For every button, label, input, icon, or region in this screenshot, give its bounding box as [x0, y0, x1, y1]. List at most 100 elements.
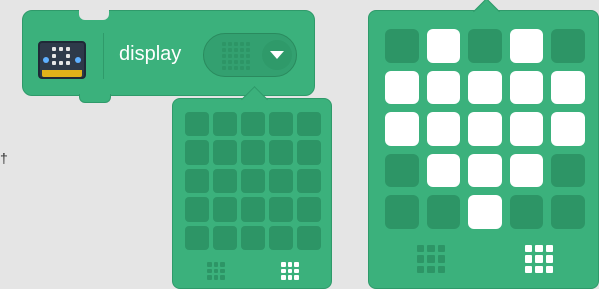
led-cell[interactable]: [213, 112, 237, 137]
led-cell[interactable]: [385, 29, 419, 63]
led-cell[interactable]: [269, 168, 293, 194]
led-grid: [185, 112, 321, 250]
icon-square: [294, 262, 299, 267]
mini-led-cell: [227, 42, 233, 47]
icon-square: [437, 245, 445, 253]
led-cell[interactable]: [213, 140, 237, 165]
led-cell[interactable]: [551, 29, 585, 63]
matrix-editor-popup-small: [172, 86, 332, 289]
led-cell[interactable]: [297, 140, 321, 165]
mini-led-cell: [222, 42, 227, 47]
led-cell[interactable]: [297, 197, 321, 222]
chevron-down-icon[interactable]: [262, 40, 292, 70]
led-cell[interactable]: [185, 112, 209, 137]
mini-led-cell: [227, 65, 233, 70]
icon-square: [525, 245, 533, 253]
led-cell[interactable]: [551, 112, 585, 146]
block-divider: [103, 33, 104, 79]
led-cell[interactable]: [468, 29, 502, 63]
popup-pointer: [473, 0, 500, 25]
led-cell[interactable]: [509, 153, 544, 188]
microbit-button-b-icon: [75, 57, 81, 63]
led-cell[interactable]: [241, 140, 265, 165]
led-cell[interactable]: [297, 168, 321, 194]
led-cell[interactable]: [213, 197, 237, 222]
led-cell[interactable]: [269, 225, 293, 250]
led-cell[interactable]: [468, 153, 502, 188]
led-cell[interactable]: [185, 225, 209, 250]
led-cell[interactable]: [468, 112, 502, 146]
block-notch: [79, 10, 109, 20]
microbit-pins: [42, 70, 82, 77]
fill-all-icon[interactable]: [525, 245, 553, 273]
led-cell[interactable]: [269, 140, 293, 165]
led-cell[interactable]: [426, 112, 461, 146]
icon-square: [427, 265, 435, 273]
led-cell[interactable]: [426, 153, 461, 188]
led-cell[interactable]: [509, 195, 544, 229]
led-grid: [385, 29, 585, 229]
mini-led-cell: [233, 65, 239, 70]
mini-led-cell: [222, 47, 227, 53]
icon-square: [220, 262, 225, 267]
microbit-button-a-icon: [43, 57, 49, 63]
mini-led-cell: [245, 42, 250, 47]
clear-all-icon[interactable]: [417, 245, 445, 273]
mini-led-cell: [245, 47, 250, 53]
mini-led-cell: [245, 53, 250, 59]
fill-all-icon[interactable]: [281, 262, 299, 280]
display-block[interactable]: display: [22, 10, 315, 103]
icon-square: [535, 265, 543, 273]
led-cell[interactable]: [297, 112, 321, 137]
led-cell[interactable]: [385, 70, 419, 105]
led-cell[interactable]: [385, 153, 419, 188]
icon-square: [417, 265, 425, 273]
icon-square: [207, 262, 212, 267]
led-cell[interactable]: [185, 197, 209, 222]
icon-square: [545, 255, 553, 263]
icon-square: [294, 268, 299, 274]
icon-square: [427, 255, 435, 263]
clear-all-icon[interactable]: [207, 262, 225, 280]
block-label: display: [119, 43, 182, 65]
led-cell[interactable]: [185, 140, 209, 165]
led-cell[interactable]: [241, 112, 265, 137]
led-cell[interactable]: [241, 225, 265, 250]
mini-led-cell: [239, 65, 245, 70]
led-cell[interactable]: [468, 70, 502, 105]
led-cell[interactable]: [426, 29, 461, 63]
mini-led-cell: [227, 59, 233, 65]
led-cell[interactable]: [426, 195, 461, 229]
led-cell[interactable]: [385, 195, 419, 229]
led-cell[interactable]: [426, 70, 461, 105]
led-cell[interactable]: [213, 168, 237, 194]
icon-square: [535, 245, 543, 253]
icon-square: [207, 275, 212, 280]
icon-square: [417, 255, 425, 263]
led-cell[interactable]: [468, 195, 502, 229]
mini-led-cell: [222, 65, 227, 70]
led-cell[interactable]: [269, 112, 293, 137]
icon-square: [281, 262, 286, 267]
led-cell[interactable]: [385, 112, 419, 146]
led-cell[interactable]: [551, 153, 585, 188]
led-cell[interactable]: [509, 29, 544, 63]
led-cell[interactable]: [241, 197, 265, 222]
led-cell[interactable]: [509, 112, 544, 146]
led-cell[interactable]: [241, 168, 265, 194]
mini-led-cell: [222, 59, 227, 65]
led-cell[interactable]: [213, 225, 237, 250]
matrix-dropdown[interactable]: [203, 33, 297, 77]
led-cell[interactable]: [509, 70, 544, 105]
led-cell[interactable]: [551, 195, 585, 229]
mini-led-cell: [239, 53, 245, 59]
stray-mark: †: [0, 150, 8, 166]
microbit-extension-icon: [38, 41, 86, 79]
led-cell[interactable]: [185, 168, 209, 194]
led-cell[interactable]: [551, 70, 585, 105]
icon-square: [525, 255, 533, 263]
mini-led-cell: [239, 42, 245, 47]
led-cell[interactable]: [297, 225, 321, 250]
led-cell[interactable]: [269, 197, 293, 222]
icon-square: [220, 275, 225, 280]
